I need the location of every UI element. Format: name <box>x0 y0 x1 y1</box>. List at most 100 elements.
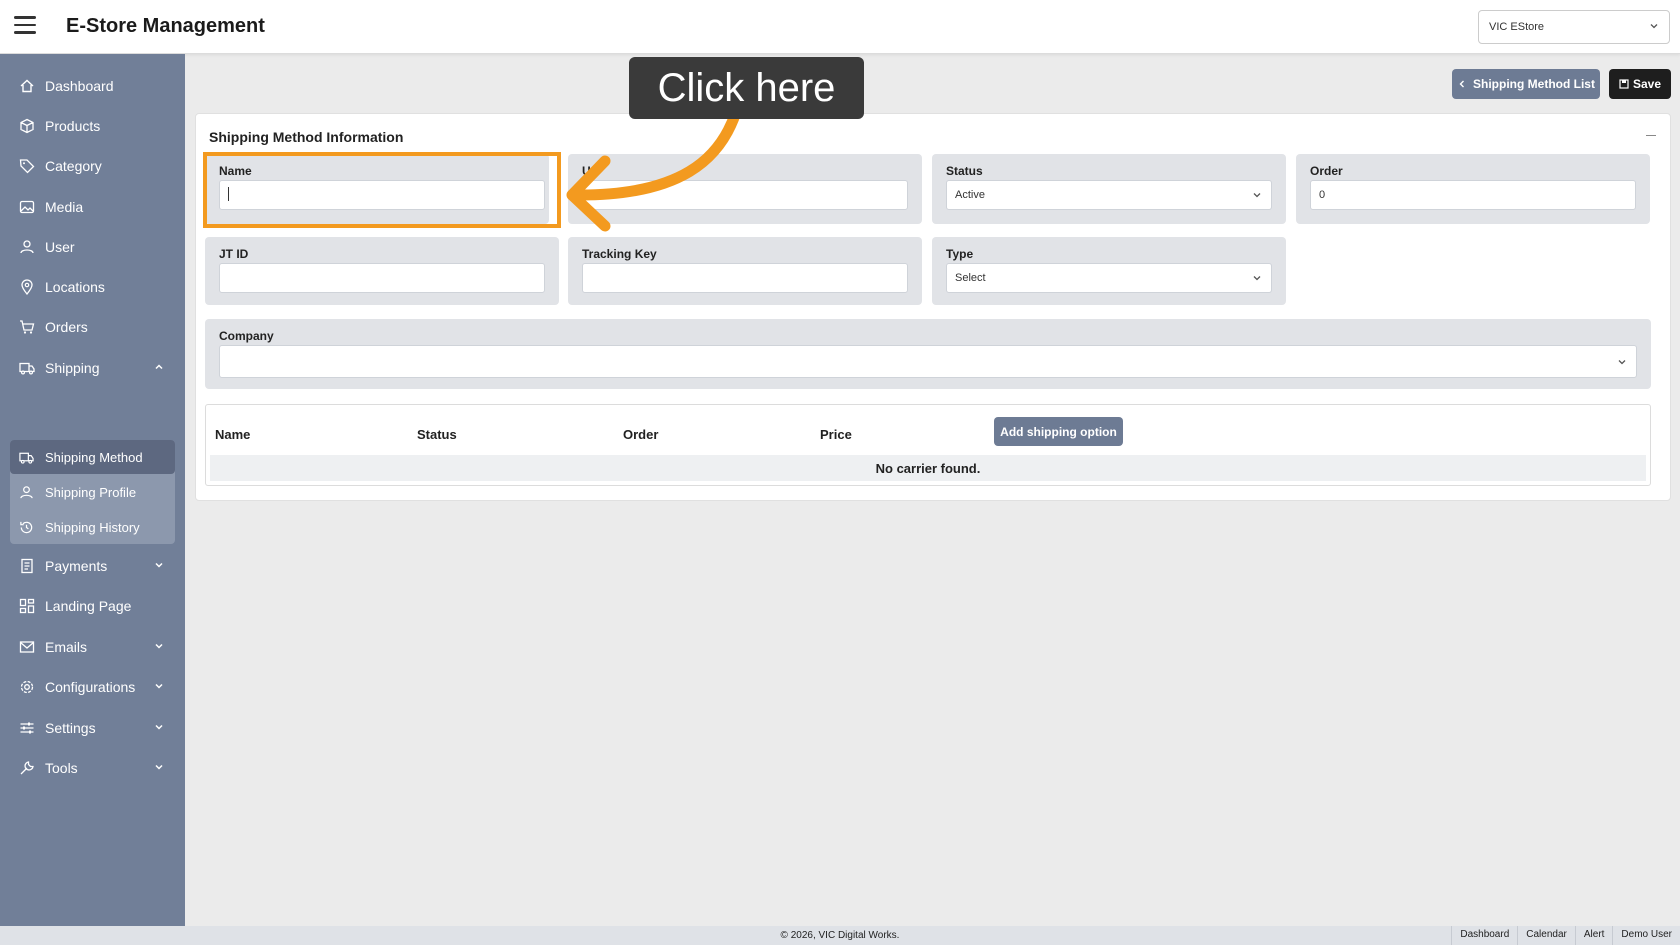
tracking-key-field-group: Tracking Key <box>568 237 922 305</box>
box-icon <box>19 118 41 134</box>
tag-icon <box>19 158 41 174</box>
company-label: Company <box>219 329 274 343</box>
truck-icon <box>19 450 41 465</box>
sidebar-item-products[interactable]: Products <box>10 109 175 143</box>
sidebar-item-payments[interactable]: Payments <box>10 549 175 583</box>
truck-icon <box>19 360 41 376</box>
sidebar-item-landing-page[interactable]: Landing Page <box>10 589 175 623</box>
shipping-method-list-button[interactable]: Shipping Method List <box>1452 69 1600 99</box>
sidebar-item-dashboard[interactable]: Dashboard <box>10 69 175 103</box>
collapse-button[interactable] <box>1646 128 1658 140</box>
user-icon <box>19 485 41 500</box>
wrench-icon <box>19 760 41 776</box>
shipping-method-list-label: Shipping Method List <box>1473 77 1595 91</box>
jtid-field-group: JT ID <box>205 237 559 305</box>
chevron-down-icon <box>155 683 163 689</box>
sidebar-item-user[interactable]: User <box>10 230 175 264</box>
sidebar-item-label: Locations <box>45 279 105 295</box>
highlight-box <box>203 152 561 228</box>
order-label: Order <box>1310 164 1343 178</box>
column-header-order: Order <box>623 427 659 442</box>
sidebar-item-orders[interactable]: Orders <box>10 310 175 344</box>
sidebar-item-label: Tools <box>45 760 78 776</box>
sidebar-subitem-label: Shipping Method <box>45 449 143 465</box>
status-label: Status <box>946 164 983 178</box>
grid-icon <box>19 598 41 614</box>
save-button[interactable]: Save <box>1609 69 1671 99</box>
tracking-key-label: Tracking Key <box>582 247 657 261</box>
sidebar-item-shipping[interactable]: Shipping <box>10 351 175 385</box>
copyright: © 2026, VIC Digital Works. <box>780 930 900 941</box>
sidebar-subitem-label: Shipping History <box>45 519 140 535</box>
sidebar-item-locations[interactable]: Locations <box>10 270 175 304</box>
sidebar-item-shipping-history[interactable]: Shipping History <box>10 510 175 544</box>
type-label: Type <box>946 247 974 261</box>
sidebar-item-shipping-profile[interactable]: Shipping Profile <box>10 475 175 509</box>
type-value: Select <box>955 272 986 284</box>
tracking-key-input[interactable] <box>582 263 908 293</box>
gear-icon <box>19 679 41 695</box>
order-value: 0 <box>1319 189 1326 201</box>
shipping-submenu: Shipping Method Shipping Profile Shippin… <box>10 440 175 544</box>
jtid-label: JT ID <box>219 247 249 261</box>
chevron-up-icon <box>155 364 163 370</box>
sidebar: Dashboard Products Category Media User L… <box>0 54 185 926</box>
order-field-group: Order 0 <box>1296 154 1650 224</box>
type-field-group: Type Select <box>932 237 1286 305</box>
chevron-down-icon <box>1650 24 1658 29</box>
sidebar-item-configurations[interactable]: Configurations <box>10 670 175 704</box>
chevron-down-icon <box>155 764 163 770</box>
sidebar-item-emails[interactable]: Emails <box>10 630 175 664</box>
order-input[interactable]: 0 <box>1310 180 1636 210</box>
sidebar-item-label: Orders <box>45 319 88 335</box>
chevron-down-icon <box>1253 276 1261 281</box>
column-header-price: Price <box>820 427 852 442</box>
status-select[interactable]: Active <box>946 180 1272 210</box>
sidebar-subitem-label: Shipping Profile <box>45 484 137 500</box>
footer-link-calendar[interactable]: Calendar <box>1517 926 1575 945</box>
type-select[interactable]: Select <box>946 263 1272 293</box>
chevron-down-icon <box>1618 360 1626 365</box>
chevron-down-icon <box>155 724 163 730</box>
sidebar-item-settings[interactable]: Settings <box>10 711 175 745</box>
chevron-down-icon <box>155 562 163 568</box>
receipt-icon <box>19 558 41 574</box>
store-select[interactable]: VIC EStore <box>1478 10 1670 44</box>
add-shipping-option-button[interactable]: Add shipping option <box>994 417 1123 446</box>
sidebar-item-label: Products <box>45 118 101 134</box>
chevron-down-icon <box>155 643 163 649</box>
menu-icon[interactable] <box>14 16 36 36</box>
column-header-status: Status <box>417 427 457 442</box>
company-select[interactable] <box>219 345 1637 378</box>
top-bar: E-Store Management VIC EStore <box>0 0 1680 54</box>
sidebar-item-label: Landing Page <box>45 598 132 614</box>
store-select-value: VIC EStore <box>1489 21 1545 33</box>
footer-link-demo-user[interactable]: Demo User <box>1612 926 1680 945</box>
sidebar-item-label: Configurations <box>45 679 136 695</box>
status-value: Active <box>955 189 985 201</box>
footer-link-alert[interactable]: Alert <box>1574 926 1613 945</box>
jtid-input[interactable] <box>219 263 545 293</box>
app-title: E-Store Management <box>66 15 265 37</box>
save-label: Save <box>1632 77 1662 91</box>
sidebar-item-shipping-method[interactable]: Shipping Method <box>10 440 175 474</box>
card-title: Shipping Method Information <box>209 129 404 145</box>
sidebar-item-category[interactable]: Category <box>10 149 175 183</box>
sidebar-item-label: Payments <box>45 558 108 574</box>
sidebar-item-label: Shipping <box>45 360 100 376</box>
column-header-name: Name <box>215 427 251 442</box>
arrow-icon <box>566 106 742 232</box>
user-icon <box>19 239 41 255</box>
image-icon <box>19 199 41 215</box>
sidebar-item-media[interactable]: Media <box>10 190 175 224</box>
footer-links: Dashboard Calendar Alert Demo User <box>1451 926 1680 945</box>
sidebar-item-label: Emails <box>45 639 88 655</box>
sliders-icon <box>19 720 41 736</box>
save-icon <box>1619 79 1629 89</box>
sidebar-item-label: Settings <box>45 720 96 736</box>
sidebar-item-label: Category <box>45 158 102 174</box>
sidebar-item-tools[interactable]: Tools <box>10 751 175 785</box>
empty-table-message: No carrier found. <box>210 455 1646 481</box>
shipping-options-table: Name Status Order Price Add shipping opt… <box>205 404 1651 486</box>
footer-link-dashboard[interactable]: Dashboard <box>1451 926 1517 945</box>
